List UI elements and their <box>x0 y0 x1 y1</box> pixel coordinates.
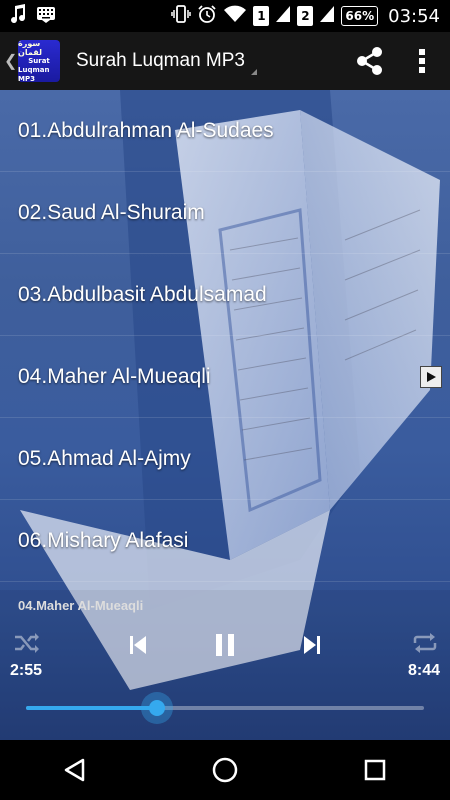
share-icon <box>357 47 382 75</box>
app-logo[interactable]: سورة لقمان Surat Luqman MP3 <box>18 39 60 83</box>
title-spinner-caret-icon <box>251 69 257 75</box>
list-item[interactable]: 01.Abdulrahman Al-Sudaes <box>0 90 450 172</box>
battery-indicator: 66% <box>341 6 379 26</box>
alarm-icon <box>197 4 217 29</box>
content-area: 01.Abdulrahman Al-Sudaes 02.Saud Al-Shur… <box>0 90 450 740</box>
pause-icon <box>216 634 234 656</box>
seek-bar[interactable] <box>26 692 424 724</box>
track-label: 02.Saud Al-Shuraim <box>18 200 205 224</box>
list-item[interactable]: 03.Abdulbasit Abdulsamad <box>0 254 450 336</box>
elapsed-time: 2:55 <box>10 662 43 679</box>
total-time: 8:44 <box>407 662 440 679</box>
wifi-icon <box>223 4 247 29</box>
overflow-menu-button[interactable] <box>394 36 450 86</box>
list-item[interactable]: 04.Maher Al-Mueaqli <box>0 336 450 418</box>
track-label: 01.Abdulrahman Al-Sudaes <box>18 118 274 142</box>
track-label: 03.Abdulbasit Abdulsamad <box>18 282 267 306</box>
skip-previous-icon <box>130 636 146 654</box>
status-bar: 1 2 66% 03:54 <box>0 0 450 32</box>
overflow-menu-icon <box>419 49 425 73</box>
repeat-icon[interactable] <box>412 632 438 659</box>
recents-button[interactable] <box>345 745 405 795</box>
app-title: Surah Luqman MP3 <box>76 50 245 71</box>
sim1-badge: 1 <box>253 6 270 26</box>
home-circle-icon <box>212 757 238 783</box>
back-triangle-icon <box>64 758 85 782</box>
previous-button[interactable] <box>123 630 153 660</box>
shuffle-icon[interactable] <box>14 632 40 659</box>
now-playing-play-icon <box>420 365 442 388</box>
list-item[interactable]: 02.Saud Al-Shuraim <box>0 172 450 254</box>
track-label: 06.Mishary Alafasi <box>18 528 189 552</box>
track-label: 05.Ahmad Al-Ajmy <box>18 446 191 470</box>
home-button[interactable] <box>195 745 255 795</box>
signal-icon-1 <box>275 5 291 28</box>
list-item[interactable]: 06.Mishary Alafasi <box>0 500 450 582</box>
music-note-icon <box>10 4 26 28</box>
recents-square-icon <box>364 759 386 781</box>
now-playing-title: 04.Maher Al-Mueaqli <box>18 598 144 613</box>
share-button[interactable] <box>346 36 394 86</box>
skip-next-icon <box>304 636 320 654</box>
navigation-bar <box>0 740 450 800</box>
vibrate-icon <box>171 4 192 29</box>
pause-button[interactable] <box>210 630 240 660</box>
seek-progress <box>26 706 158 710</box>
track-label: 04.Maher Al-Mueaqli <box>18 364 211 388</box>
back-button[interactable] <box>45 745 105 795</box>
next-button[interactable] <box>297 630 327 660</box>
reciter-list: 01.Abdulrahman Al-Sudaes 02.Saud Al-Shur… <box>0 90 450 582</box>
keyboard-icon <box>36 4 56 28</box>
app-bar: ❮ سورة لقمان Surat Luqman MP3 Surah Luqm… <box>0 32 450 90</box>
sim2-badge: 2 <box>297 6 314 26</box>
clock: 03:54 <box>388 5 440 27</box>
player-panel: 04.Maher Al-Mueaqli 2:55 8:44 <box>0 590 450 740</box>
list-item[interactable]: 05.Ahmad Al-Ajmy <box>0 418 450 500</box>
seek-thumb[interactable] <box>141 692 174 724</box>
up-caret-icon[interactable]: ❮ <box>4 51 17 71</box>
signal-icon-2 <box>319 5 335 28</box>
